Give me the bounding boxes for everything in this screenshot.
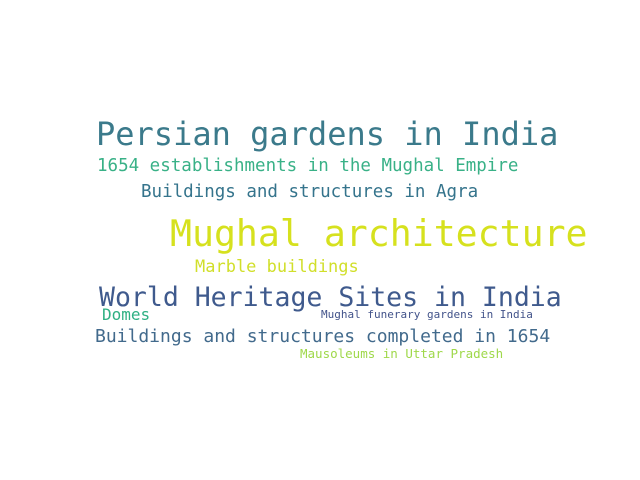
word-persian-gardens-in-india: Persian gardens in India [96,115,559,153]
word-buildings-structures-agra: Buildings and structures in Agra [141,182,479,202]
word-mughal-architecture: Mughal architecture [170,212,588,255]
word-marble-buildings: Marble buildings [195,257,359,277]
word-domes: Domes [102,305,151,324]
word-mughal-funerary-gardens-india: Mughal funerary gardens in India [321,308,533,321]
word-1654-establishments-mughal-empire: 1654 establishments in the Mughal Empire [97,156,519,176]
word-cloud: Persian gardens in India 1654 establishm… [0,0,640,480]
word-mausoleums-uttar-pradesh: Mausoleums in Uttar Pradesh [300,346,504,361]
word-buildings-completed-1654: Buildings and structures completed in 16… [95,326,551,347]
